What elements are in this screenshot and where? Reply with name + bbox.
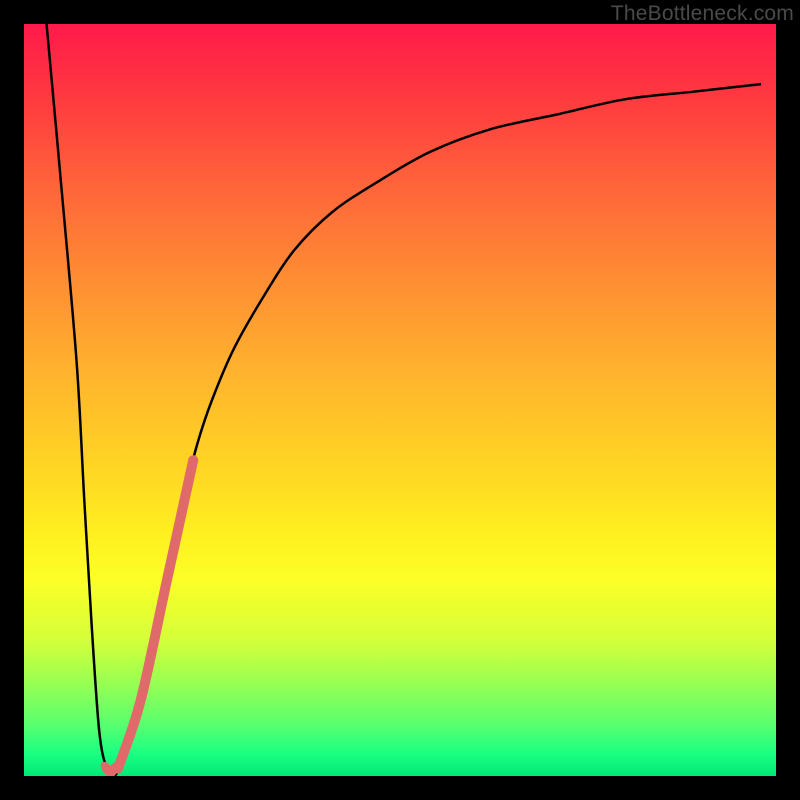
optimum-marker-heart — [101, 762, 120, 776]
watermark-text: TheBottleneck.com — [611, 2, 794, 26]
plot-area — [24, 24, 776, 776]
curve-layer — [24, 24, 776, 776]
highlight-segment — [118, 460, 193, 768]
chart-frame: TheBottleneck.com — [0, 0, 800, 800]
bottleneck-curve — [47, 24, 761, 776]
